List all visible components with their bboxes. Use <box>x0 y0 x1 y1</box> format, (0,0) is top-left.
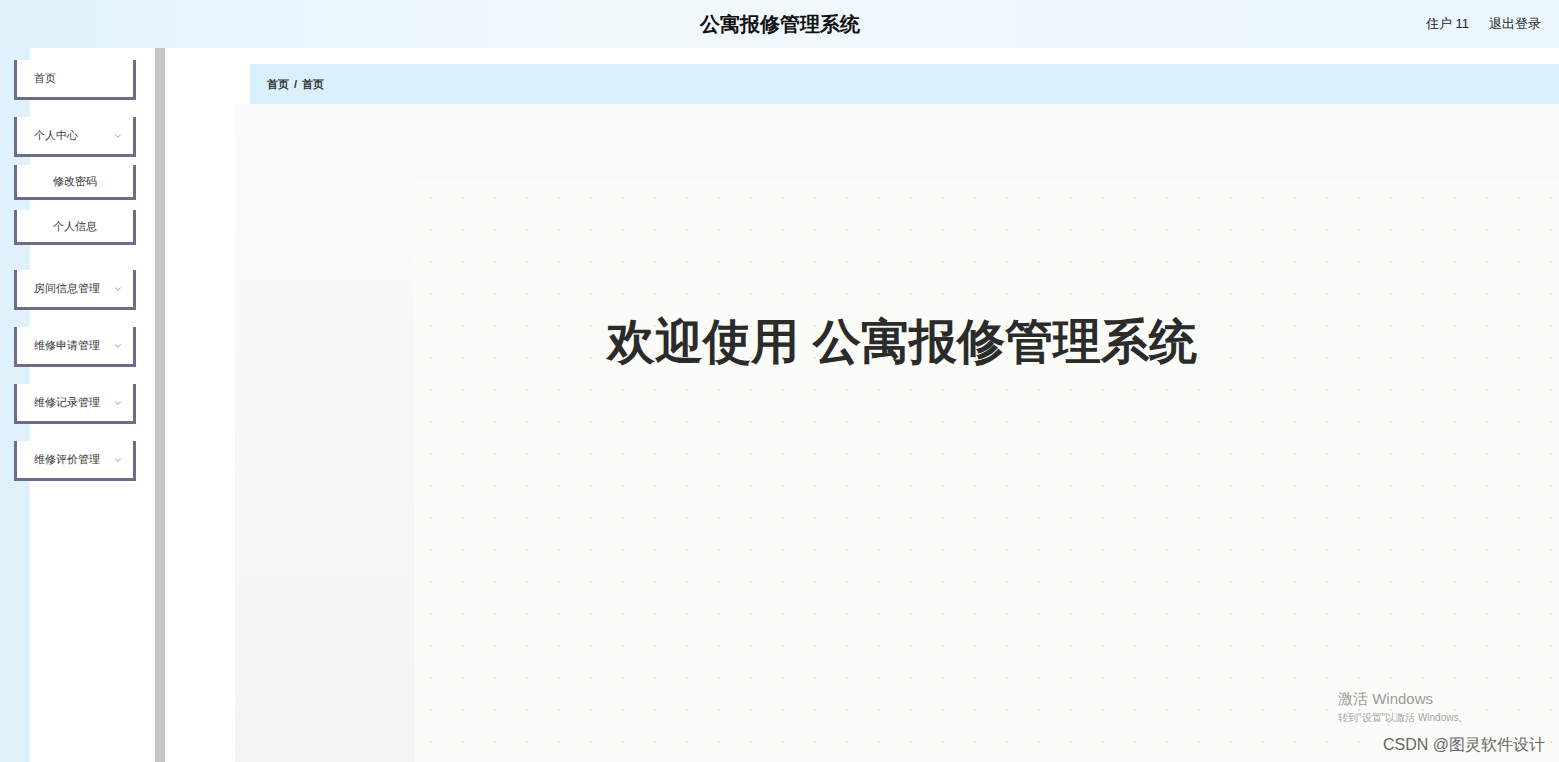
sidebar-item[interactable]: 维修记录管理 <box>14 384 136 424</box>
breadcrumb-separator: / <box>294 78 297 90</box>
banner-card: 欢迎使用 公寓报修管理系统 <box>415 182 1559 762</box>
chevron-down-icon <box>113 455 123 465</box>
user-name: 住户 11 <box>1426 15 1469 33</box>
sidebar: 首页个人中心修改密码个人信息房间信息管理维修申请管理维修记录管理维修评价管理 <box>0 48 155 762</box>
banner-title: 欢迎使用 公寓报修管理系统 <box>607 310 1196 762</box>
chevron-down-icon <box>113 284 123 294</box>
header-actions: 住户 11 退出登录 <box>1426 0 1541 48</box>
sidebar-scrollbar[interactable] <box>155 48 165 762</box>
sidebar-subitem[interactable]: 个人信息 <box>14 210 136 245</box>
sidebar-item[interactable]: 维修申请管理 <box>14 327 136 367</box>
sidebar-item[interactable]: 房间信息管理 <box>14 270 136 310</box>
activation-watermark: 激活 Windows转到"设置"以激活 Windows。 <box>1338 690 1468 725</box>
sidebar-item[interactable]: 个人中心 <box>14 117 136 157</box>
main-content: 首页 / 首页欢迎使用 公寓报修管理系统 <box>165 48 1559 762</box>
chevron-down-icon <box>113 131 123 141</box>
app-title: 公寓报修管理系统 <box>700 11 860 38</box>
credit-watermark: CSDN @图灵软件设计 <box>1383 735 1545 756</box>
sidebar-item[interactable]: 维修评价管理 <box>14 441 136 481</box>
welcome-banner: 欢迎使用 公寓报修管理系统 <box>235 104 1559 762</box>
breadcrumb-item: 首页 <box>302 77 324 92</box>
breadcrumb-item[interactable]: 首页 <box>267 77 289 92</box>
chevron-down-icon <box>113 398 123 408</box>
app-page: 公寓报修管理系统 住户 11 退出登录首页个人中心修改密码个人信息房间信息管理维修申… <box>0 0 1559 762</box>
sidebar-subitem[interactable]: 修改密码 <box>14 165 136 200</box>
body: 首页个人中心修改密码个人信息房间信息管理维修申请管理维修记录管理维修评价管理首页… <box>0 48 1559 762</box>
chevron-down-icon <box>113 341 123 351</box>
top-header: 公寓报修管理系统 住户 11 退出登录 <box>0 0 1559 48</box>
sidebar-item[interactable]: 首页 <box>14 60 136 100</box>
breadcrumb: 首页 / 首页 <box>250 64 1559 104</box>
logout-link[interactable]: 退出登录 <box>1489 15 1541 33</box>
